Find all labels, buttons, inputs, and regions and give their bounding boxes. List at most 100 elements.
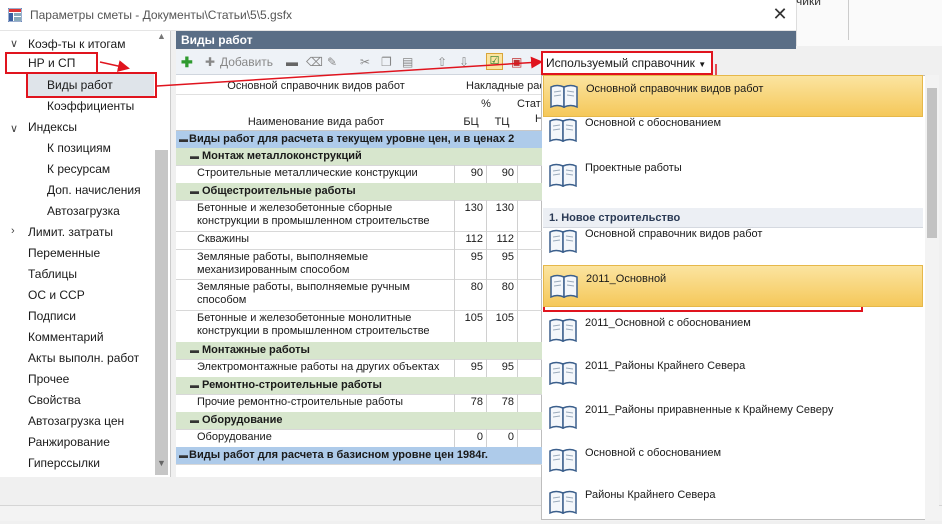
row-name: Бетонные и железобетонные сборные констр…: [197, 202, 430, 227]
dropdown-item[interactable]: 2011_Основной: [543, 265, 923, 307]
grid-column-line: [486, 310, 487, 342]
dropdown-item-label: Основной с обоснованием: [585, 447, 722, 459]
dropdown-item-label: 2011_Районы приравненные к Крайнему Севе…: [585, 404, 834, 416]
row-tc-value[interactable]: 78: [487, 396, 514, 409]
dropdown-item[interactable]: 2011_Районы приравненные к Крайнему Севе…: [543, 397, 923, 439]
row-name: Земляные работы, выполняемые ручным спос…: [197, 281, 410, 306]
grid-column-line: [486, 231, 487, 249]
row-tc-value[interactable]: 80: [487, 281, 514, 294]
dropdown-scrollbar-thumb[interactable]: [927, 88, 937, 238]
row-name: Электромонтажные работы на других объект…: [197, 361, 440, 373]
collapse-icon[interactable]: ▬: [190, 185, 199, 198]
dropdown-item[interactable]: 2011_Основной с обоснованием: [543, 310, 923, 352]
book-icon: [549, 229, 577, 254]
grid-column-line: [454, 279, 455, 310]
grid-column-line: [517, 394, 518, 412]
dropdown-item-label: Проектные работы: [585, 162, 682, 174]
collapse-icon[interactable]: ▬: [190, 414, 199, 427]
row-tc-value[interactable]: 95: [487, 251, 514, 264]
grid-column-line: [486, 279, 487, 310]
book-icon: [549, 118, 577, 143]
dropdown-item-label: 2011_Основной: [586, 273, 667, 285]
collapse-icon[interactable]: ▬: [190, 344, 199, 357]
grid-column-line: [517, 165, 518, 183]
row-bc-value[interactable]: 0: [456, 431, 483, 444]
grid-column-line: [486, 429, 487, 447]
row-bc-value[interactable]: 112: [456, 233, 483, 246]
dropdown-item[interactable]: Проектные работы: [543, 155, 923, 197]
dropdown-item-label: 2011_Основной с обоснованием: [585, 317, 751, 329]
dropdown-item[interactable]: Районы Крайнего Севера: [543, 482, 923, 524]
row-name: Ремонтно-строительные работы: [202, 379, 382, 391]
grid-column-line: [454, 310, 455, 342]
dropdown-item[interactable]: Основной с обоснованием: [543, 440, 923, 482]
row-name: Бетонные и железобетонные монолитные кон…: [197, 312, 430, 337]
row-bc-value[interactable]: 90: [456, 167, 483, 180]
collapse-icon[interactable]: ▬: [179, 133, 188, 146]
row-name: Оборудование: [197, 431, 272, 443]
dropdown-item-label: Основной справочник видов работ: [586, 83, 764, 95]
grid-column-line: [486, 394, 487, 412]
grid-column-line: [517, 359, 518, 377]
book-icon: [549, 163, 577, 188]
row-bc-value[interactable]: 80: [456, 281, 483, 294]
book-icon: [550, 84, 578, 109]
collapse-icon[interactable]: ▬: [190, 150, 199, 163]
grid-column-line: [454, 249, 455, 279]
collapse-icon[interactable]: ▬: [190, 379, 199, 392]
grid-column-line: [454, 429, 455, 447]
grid-column-line: [454, 200, 455, 231]
arrow-1: [99, 60, 130, 72]
book-icon: [549, 361, 577, 386]
row-tc-value[interactable]: 105: [487, 312, 514, 325]
row-bc-value[interactable]: 78: [456, 396, 483, 409]
row-tc-value[interactable]: 0: [487, 431, 514, 444]
dropdown-item-label: 2011_Районы Крайнего Севера: [585, 360, 746, 372]
collapse-icon[interactable]: ▬: [179, 449, 188, 462]
row-name: Прочие ремонтно-строительные работы: [197, 396, 404, 408]
row-tc-value[interactable]: 90: [487, 167, 514, 180]
dropdown-label: Используемый справочник: [546, 56, 695, 70]
grid-column-line: [517, 279, 518, 310]
row-name: Виды работ для расчета в текущем уровне …: [189, 133, 515, 145]
row-bc-value[interactable]: 95: [456, 361, 483, 374]
book-icon: [549, 405, 577, 430]
book-icon: [550, 274, 578, 299]
dropdown-item[interactable]: Основной справочник видов работ: [543, 221, 923, 263]
dropdown-item-label: Районы Крайнего Севера: [585, 489, 716, 501]
row-bc-value[interactable]: 95: [456, 251, 483, 264]
grid-column-line: [517, 249, 518, 279]
row-tc-value[interactable]: 95: [487, 361, 514, 374]
row-name: Виды работ для расчета в базисном уровне…: [189, 449, 488, 461]
row-bc-value[interactable]: 105: [456, 312, 483, 325]
grid-column-line: [517, 310, 518, 342]
row-name: Строительные металлические конструкции: [197, 167, 418, 179]
row-tc-value[interactable]: 130: [487, 202, 514, 215]
dropdown-item-label: Основной справочник видов работ: [585, 228, 763, 240]
grid-column-line: [517, 231, 518, 249]
grid-column-line: [454, 231, 455, 249]
arrow-2: [156, 56, 543, 87]
book-icon: [549, 318, 577, 343]
row-name: Монтажные работы: [202, 344, 310, 356]
reference-dropdown-button[interactable]: Используемый справочник ▼: [541, 51, 713, 75]
grid-column-line: [486, 165, 487, 183]
dropdown-item[interactable]: 2011_Районы Крайнего Севера: [543, 353, 923, 395]
grid-column-line: [454, 165, 455, 183]
grid-column-line: [517, 429, 518, 447]
row-name: Оборудование: [202, 414, 283, 426]
dropdown-item[interactable]: Основной с обоснованием: [543, 110, 923, 152]
row-name: Земляные работы, выполняемые механизиров…: [197, 251, 369, 276]
dropdown-item-label: Основной с обоснованием: [585, 117, 722, 129]
grid-column-line: [454, 359, 455, 377]
grid-column-line: [517, 200, 518, 231]
row-bc-value[interactable]: 130: [456, 202, 483, 215]
grid-column-line: [454, 394, 455, 412]
grid-column-line: [486, 200, 487, 231]
book-icon: [549, 490, 577, 515]
book-icon: [549, 448, 577, 473]
dropdown-arrow-icon: ▼: [698, 60, 707, 69]
row-tc-value[interactable]: 112: [487, 233, 514, 246]
row-name: Монтаж металлоконструкций: [202, 150, 362, 162]
row-name: Скважины: [197, 233, 250, 245]
